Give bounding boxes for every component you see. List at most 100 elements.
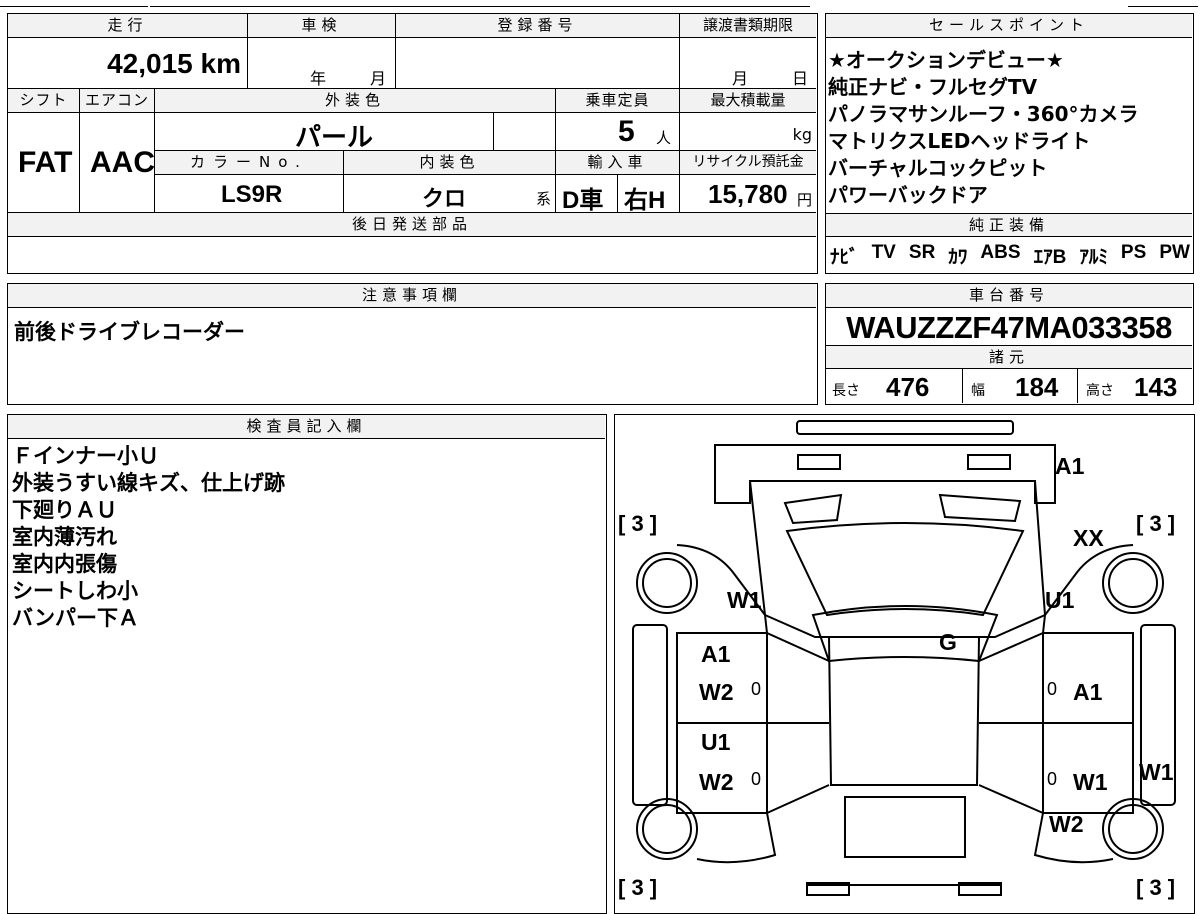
bracket-bottom-right: [ 3 ]: [1136, 875, 1176, 900]
front-bumper-strip: [796, 420, 1014, 435]
mark-zero: 0: [751, 769, 762, 789]
later-parts-header: 後日発送部品: [8, 213, 816, 237]
exterior-color-value: パール: [295, 122, 374, 152]
vehicle-info-table: 走行 車検 登録番号 譲渡書類期限 42,015 km 年 月 月 日 シフト …: [7, 13, 818, 274]
mileage-header: 走行: [8, 14, 248, 38]
wheel-front-right: [1102, 552, 1164, 614]
damage-right-front-fender: U1: [1045, 587, 1075, 613]
damage-right-front-door: A1: [1073, 679, 1103, 705]
notes-title: 注意事項欄: [8, 284, 816, 308]
damage-hood: XX: [1073, 525, 1104, 551]
equipment-item: PS: [1120, 242, 1147, 263]
right-front-door: [1042, 632, 1134, 724]
equipment-item: ｱﾙﾐ: [1079, 247, 1108, 268]
chassis-number: WAUZZZF47MA033358: [846, 310, 1172, 345]
wheel-front-left: [636, 552, 698, 614]
exterior-color-code: [494, 113, 556, 151]
shift-value: FAT: [18, 146, 73, 179]
sales-point-item: 純正ナビ・フルセグTV: [828, 75, 1038, 99]
wheel-front-right-inner: [1108, 558, 1158, 608]
later-parts-value: [8, 237, 816, 272]
length-value: 476: [886, 372, 930, 402]
chassis-title: 車台番号: [826, 284, 1192, 308]
transfer-month: 月: [732, 69, 749, 88]
length-label: 長さ: [832, 383, 860, 399]
sales-point-item: パワーバックドア: [828, 183, 988, 207]
recycle-unit: 円: [796, 191, 812, 209]
interior-value: クロ: [422, 186, 467, 211]
transfer-header: 譲渡書類期限: [680, 14, 816, 38]
interior-header: 内装色: [344, 151, 556, 175]
import-header: 輸入車: [556, 151, 680, 175]
headlight-left: [797, 454, 841, 470]
equipment-item: ｴｱB: [1033, 247, 1067, 268]
inspector-line: 室内内張傷: [12, 552, 117, 576]
steering-value: 右H: [624, 187, 666, 214]
registration-value: [396, 38, 680, 89]
inspector-line: バンパー下Ａ: [12, 606, 140, 630]
hood-vent-left: [783, 493, 843, 525]
inspection-header: 車検: [248, 14, 396, 38]
color-no-value: LS9R: [221, 181, 283, 208]
equipment-title: 純正装備: [826, 213, 1192, 237]
equipment-item: ｶﾜ: [948, 247, 968, 268]
inspector-line: 下廻りＡＵ: [12, 498, 117, 522]
sales-point-item: ★オークションデビュー★: [828, 48, 1064, 72]
inspector-title: 検査員記入欄: [8, 415, 605, 439]
height-value: 143: [1134, 372, 1178, 402]
wheel-rear-left: [636, 798, 698, 860]
sales-point-item: パノラマサンルーフ・360°カメラ: [828, 102, 1139, 126]
registration-header: 登録番号: [396, 14, 680, 38]
left-sill: [632, 624, 668, 806]
inspector-line: Ｆインナー小Ｕ: [12, 444, 159, 468]
equipment-item: PW: [1159, 242, 1190, 263]
sales-point-item: マトリクスLEDヘッドライト: [828, 129, 1091, 153]
left-rear-fender: [677, 812, 777, 864]
sales-points-list: ★オークションデビュー★ 純正ナビ・フルセグTV パノラマサンルーフ・360°カ…: [828, 47, 1190, 209]
aircon-value: AAC: [90, 146, 155, 179]
inspector-line: シートしわ小: [12, 579, 138, 603]
import-value: D車: [562, 187, 604, 214]
rear-glass: [844, 796, 966, 858]
notes-text: 前後ドライブレコーダー: [14, 320, 245, 344]
chassis-panel: 車台番号 WAUZZZF47MA033358 諸元 長さ 476 幅 184 高…: [825, 283, 1194, 405]
equipment-item: SR: [908, 242, 936, 263]
hood-vent-right: [938, 493, 1022, 523]
mileage-value: 42,015 km: [107, 48, 241, 79]
recycle-header: リサイクル預託金: [680, 151, 816, 175]
width-value: 184: [1015, 372, 1059, 402]
inspector-panel: 検査員記入欄 Ｆインナー小Ｕ 外装うすい線キズ、仕上げ跡 下廻りＡＵ 室内薄汚れ…: [7, 414, 607, 914]
mark-zero: 0: [751, 679, 762, 699]
damage-left-front-fender: W1: [727, 587, 762, 613]
damage-left-rear-door-2: W2: [699, 769, 734, 795]
right-rear-door: [1042, 722, 1134, 814]
spec-title: 諸元: [826, 345, 1192, 369]
damage-left-front-door-1: A1: [701, 641, 731, 667]
interior-suffix: 系: [535, 190, 551, 208]
front-glass: [811, 605, 999, 663]
damage-right-rear-door: W1: [1073, 769, 1108, 795]
hood: [748, 480, 1047, 638]
capacity-unit: 人: [656, 129, 672, 147]
equipment-item: ABS: [980, 242, 1021, 263]
transfer-day: 日: [792, 69, 809, 88]
shift-header: シフト: [8, 89, 80, 113]
equipment-list: ﾅﾋﾞ TV SR ｶﾜ ABS ｴｱB ｱﾙﾐ PS PW: [830, 242, 1190, 270]
inspector-line: 外装うすい線キズ、仕上げ跡: [12, 471, 285, 495]
bracket-bottom-left: [ 3 ]: [618, 875, 658, 900]
inspection-month: 月: [370, 69, 387, 88]
capacity-header: 乗車定員: [556, 89, 680, 113]
wheel-front-left-inner: [642, 558, 692, 608]
damage-right-rear-fender: W2: [1049, 811, 1084, 837]
height-label: 高さ: [1086, 383, 1114, 399]
top-cut-strip: [0, 0, 1200, 8]
sales-point-item: バーチャルコックピット: [828, 156, 1048, 180]
damage-front-bumper: A1: [1055, 453, 1085, 479]
damage-right-sill: W1: [1139, 759, 1174, 785]
sales-points-panel: セールスポイント ★オークションデビュー★ 純正ナビ・フルセグTV パノラマサン…: [825, 13, 1194, 274]
max-load-unit: kg: [792, 125, 812, 144]
aircon-header: エアコン: [80, 89, 155, 113]
inspection-year: 年: [310, 69, 327, 88]
max-load-header: 最大積載量: [680, 89, 816, 113]
inspector-lines: Ｆインナー小Ｕ 外装うすい線キズ、仕上げ跡 下廻りＡＵ 室内薄汚れ 室内内張傷 …: [12, 443, 285, 632]
